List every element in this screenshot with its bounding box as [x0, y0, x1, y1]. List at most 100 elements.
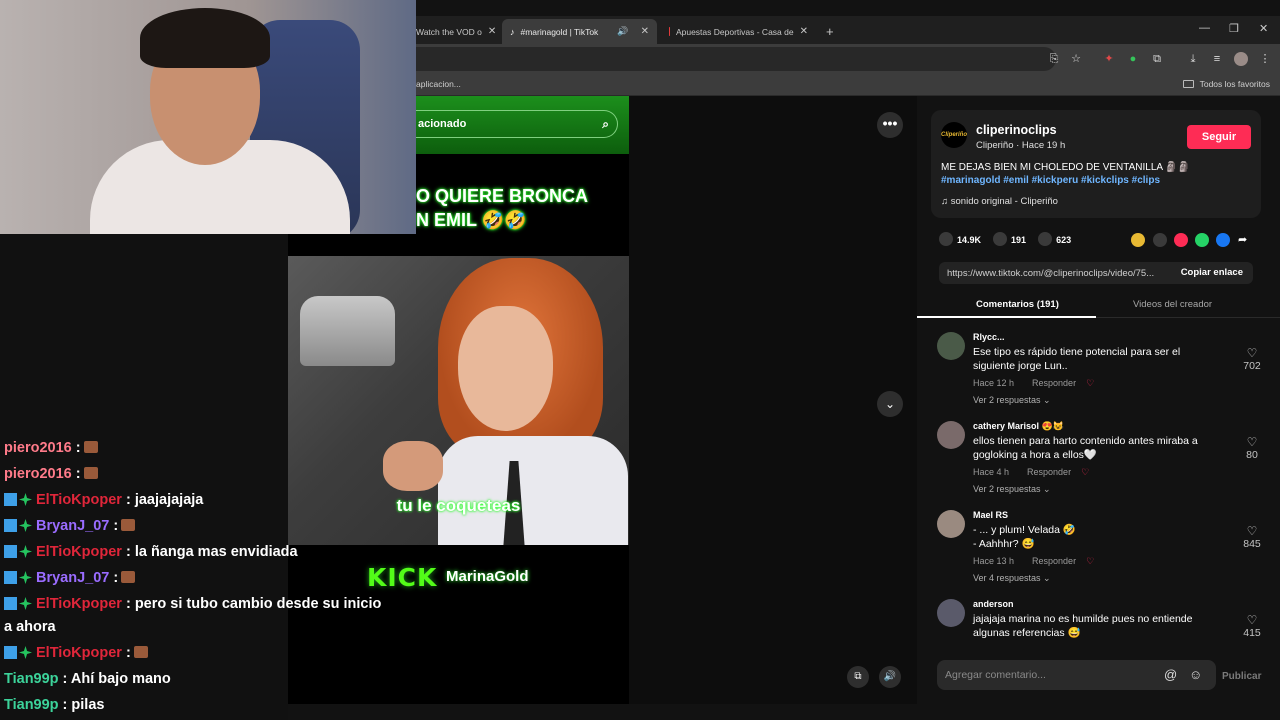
extension-red-icon[interactable]: ✦: [1102, 52, 1116, 66]
share-coin-icon[interactable]: [1131, 233, 1145, 247]
star-icon[interactable]: ☆: [1069, 52, 1083, 66]
shirt-shape: [438, 436, 628, 545]
comment-icon: [993, 232, 1008, 246]
view-replies-button[interactable]: Ver 2 respuestas ⌄: [973, 484, 1051, 495]
link-url[interactable]: https://www.tiktok.com/@cliperinoclips/v…: [947, 268, 1154, 279]
save-stat[interactable]: 623: [1038, 232, 1071, 246]
kick-logo: KICK: [367, 563, 438, 592]
chat-username[interactable]: ElTioKpoper: [36, 645, 122, 661]
new-tab-button[interactable]: +: [818, 19, 838, 44]
follow-button[interactable]: Seguir: [1187, 125, 1251, 149]
kick-channel-name: MarinaGold: [446, 568, 529, 585]
chat-username[interactable]: Tian99p: [4, 671, 59, 687]
pip-button[interactable]: ⧉: [847, 666, 869, 688]
chat-text: : Ahí bajo mano: [58, 671, 171, 687]
chat-text: : pilas: [58, 697, 105, 713]
chat-badge-icon: [4, 519, 17, 532]
chat-username[interactable]: ElTioKpoper: [36, 544, 122, 560]
profile-avatar[interactable]: [1234, 52, 1248, 66]
chat-username[interactable]: piero2016: [4, 440, 72, 456]
omnibox[interactable]: [416, 47, 1056, 71]
tab-comments[interactable]: Comentarios (191): [976, 299, 1059, 310]
extension-green-icon[interactable]: ●: [1126, 52, 1140, 66]
volume-button[interactable]: 🔊: [879, 666, 901, 688]
copy-link-button[interactable]: Copiar enlace: [1181, 267, 1243, 278]
comment-like-count: 80: [1246, 449, 1258, 461]
publish-button[interactable]: Publicar: [1222, 671, 1261, 682]
active-tab-indicator: [917, 316, 1096, 318]
tiktok-icon: ♪: [510, 26, 515, 37]
commenter-avatar[interactable]: [937, 599, 965, 627]
maximize-icon[interactable]: ❐: [1229, 22, 1239, 35]
facebook-icon[interactable]: [1216, 233, 1230, 247]
close-icon[interactable]: ✕: [800, 26, 808, 37]
reply-button[interactable]: Responder: [1032, 378, 1076, 388]
download-icon[interactable]: ⤓: [1186, 52, 1200, 66]
post-sound[interactable]: ♫ sonido original - Cliperiño: [941, 196, 1058, 207]
tab-vod[interactable]: Watch the VOD o ✕: [408, 19, 498, 44]
install-icon[interactable]: ⎘: [1047, 52, 1061, 66]
commenter-name[interactable]: cathery Marisol 😍😺: [973, 421, 1064, 432]
commenter-name[interactable]: anderson: [973, 599, 1014, 609]
like-stat[interactable]: 14.9K: [939, 232, 981, 246]
tab-creator-videos[interactable]: Videos del creador: [1133, 299, 1212, 310]
chat-emote-icon: [83, 467, 98, 479]
chat-badge-icon: [19, 646, 32, 659]
tab-tiktok[interactable]: ♪ #marinagold | TikTok 🔊 ✕: [502, 19, 657, 44]
bookmark-item[interactable]: aplicacion...: [416, 79, 461, 89]
close-window-icon[interactable]: ✕: [1259, 22, 1268, 35]
comment-like[interactable]: ♡ 80: [1237, 435, 1267, 461]
chat-message: ElTioKpoper : jaajajajaja: [4, 492, 203, 508]
chat-username[interactable]: ElTioKpoper: [36, 492, 122, 508]
emoji-icon[interactable]: ☺: [1189, 667, 1202, 682]
tab-apuestas[interactable]: Apuestas Deportivas - Casa de ✕: [661, 19, 816, 44]
chat-username[interactable]: BryanJ_07: [36, 518, 109, 534]
more-options-button[interactable]: •••: [877, 112, 903, 138]
comment-like[interactable]: ♡ 702: [1237, 346, 1267, 372]
commenter-avatar[interactable]: [937, 510, 965, 538]
tab-label: #marinagold | TikTok: [520, 26, 599, 37]
comment-like[interactable]: ♡ 845: [1237, 524, 1267, 550]
commenter-avatar[interactable]: [937, 421, 965, 449]
video-search-text: acionado: [418, 118, 467, 130]
chat-message: a ahora: [4, 619, 56, 635]
share-arrow-icon[interactable]: ➦: [1238, 233, 1252, 247]
creator-liked-icon: ♡: [1081, 467, 1090, 477]
close-icon[interactable]: ✕: [488, 26, 496, 37]
hand-shape: [383, 441, 443, 491]
comment-input[interactable]: [945, 666, 1155, 684]
chat-username[interactable]: Tian99p: [4, 697, 59, 713]
chat-message: BryanJ_07 :: [4, 518, 136, 534]
mention-icon[interactable]: @: [1164, 667, 1177, 682]
embed-icon[interactable]: [1153, 233, 1167, 247]
bookmarks-bar: aplicacion... Todos los favoritos: [416, 74, 1280, 96]
creator-username[interactable]: cliperinoclips: [976, 123, 1057, 137]
send-icon[interactable]: [1174, 233, 1188, 247]
creator-avatar[interactable]: Cliperiño: [941, 122, 967, 148]
post-hashtags[interactable]: #marinagold #emil #kickperu #kickclips #…: [941, 175, 1160, 186]
commenter-name[interactable]: Mael RS: [973, 510, 1008, 520]
menu-icon[interactable]: ⋮: [1258, 52, 1272, 66]
media-icon[interactable]: ≡: [1210, 52, 1224, 66]
commenter-avatar[interactable]: [937, 332, 965, 360]
chat-username[interactable]: piero2016: [4, 466, 72, 482]
close-icon[interactable]: ✕: [641, 26, 649, 37]
reply-button[interactable]: Responder: [1027, 467, 1071, 477]
puzzle-icon[interactable]: ⧉: [1150, 52, 1164, 66]
speaker-icon[interactable]: 🔊: [617, 26, 628, 37]
chat-emote-icon: [121, 519, 136, 531]
chat-username[interactable]: BryanJ_07: [36, 570, 109, 586]
commenter-name[interactable]: Rlycc...: [973, 332, 1005, 342]
chat-badge-icon: [4, 545, 17, 558]
comment-stat[interactable]: 191: [993, 232, 1026, 246]
minimize-icon[interactable]: —: [1199, 22, 1210, 34]
view-replies-button[interactable]: Ver 4 respuestas ⌄: [973, 573, 1051, 584]
whatsapp-icon[interactable]: [1195, 233, 1209, 247]
view-replies-button[interactable]: Ver 2 respuestas ⌄: [973, 395, 1051, 406]
reply-button[interactable]: Responder: [1032, 556, 1076, 566]
chat-username[interactable]: ElTioKpoper: [36, 596, 122, 612]
all-bookmarks[interactable]: Todos los favoritos: [1182, 79, 1270, 89]
comment-like[interactable]: ♡ 415: [1237, 613, 1267, 639]
next-video-button[interactable]: ⌄: [877, 391, 903, 417]
creator-liked-icon: ♡: [1086, 378, 1095, 388]
